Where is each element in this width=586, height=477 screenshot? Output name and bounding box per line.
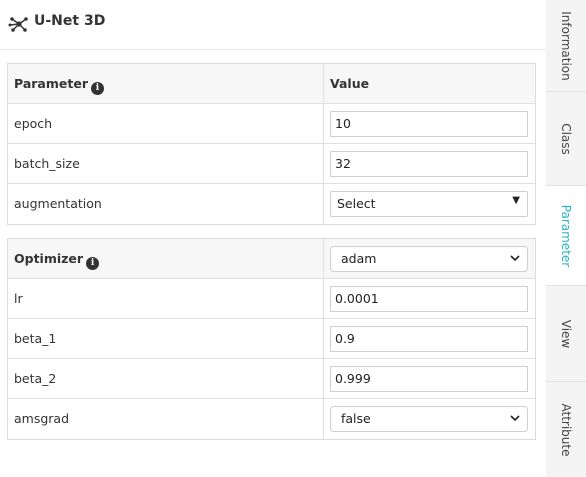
amsgrad-select-value: false — [341, 411, 371, 426]
tab-view[interactable]: View — [546, 286, 586, 382]
parameter-table-header: Parameter i Value — [8, 64, 535, 104]
network-nodes-icon — [8, 17, 28, 32]
beta-1-input[interactable]: 0.9 — [330, 326, 528, 352]
optimizer-table: Optimizer i adam lr 0.0001 beta_1 0.9 bet… — [7, 238, 536, 440]
tab-class[interactable]: Class — [546, 92, 586, 186]
lr-input[interactable]: 0.0001 — [330, 286, 528, 312]
augmentation-select-value: Select — [337, 196, 376, 211]
optimizer-select-value: adam — [341, 251, 377, 266]
param-label: lr — [14, 291, 23, 306]
param-row-batch-size: batch_size 32 — [8, 144, 535, 184]
panel-header: U-Net 3D — [0, 0, 546, 50]
tab-information[interactable]: Information — [546, 0, 586, 92]
param-label: beta_1 — [14, 331, 57, 346]
augmentation-select[interactable]: Select ▼ — [330, 191, 528, 217]
tab-attribute[interactable]: Attribute — [546, 382, 586, 477]
param-row-epoch: epoch 10 — [8, 104, 535, 144]
param-row-amsgrad: amsgrad false — [8, 399, 535, 439]
value-column-header: Value — [330, 76, 370, 91]
tab-label: Class — [559, 122, 573, 155]
info-icon[interactable]: i — [90, 82, 104, 95]
amsgrad-select[interactable]: false — [330, 406, 528, 432]
optimizer-label: Optimizer — [14, 251, 84, 266]
param-label: epoch — [14, 116, 53, 131]
vertical-tab-bar: Information Class Parameter View Attribu… — [546, 0, 586, 477]
param-label: amsgrad — [14, 411, 70, 426]
optimizer-row: Optimizer i adam — [8, 239, 535, 279]
beta-2-input[interactable]: 0.999 — [330, 366, 528, 392]
param-label: batch_size — [14, 156, 80, 171]
tab-label: View — [559, 319, 573, 348]
tab-label: Parameter — [559, 204, 573, 267]
model-title: U-Net 3D — [34, 13, 106, 29]
param-row-beta-1: beta_1 0.9 — [8, 319, 535, 359]
chevron-down-icon — [510, 415, 520, 422]
chevron-down-icon — [510, 255, 520, 262]
dropdown-triangle-icon: ▼ — [512, 195, 520, 206]
param-row-augmentation: augmentation Select ▼ — [8, 184, 535, 224]
tab-label: Attribute — [559, 403, 573, 456]
param-label: beta_2 — [14, 371, 57, 386]
info-icon[interactable]: i — [86, 257, 100, 270]
optimizer-select[interactable]: adam — [330, 246, 528, 272]
parameter-column-header: Parameter — [14, 76, 88, 91]
param-row-beta-2: beta_2 0.999 — [8, 359, 535, 399]
epoch-input[interactable]: 10 — [330, 111, 528, 137]
batch-size-input[interactable]: 32 — [330, 151, 528, 177]
param-row-lr: lr 0.0001 — [8, 279, 535, 319]
training-parameters-table: Parameter i Value epoch 10 batch_size 32 … — [7, 63, 536, 225]
tab-parameter[interactable]: Parameter — [546, 186, 586, 286]
tab-label: Information — [559, 10, 573, 81]
param-label: augmentation — [14, 196, 102, 211]
